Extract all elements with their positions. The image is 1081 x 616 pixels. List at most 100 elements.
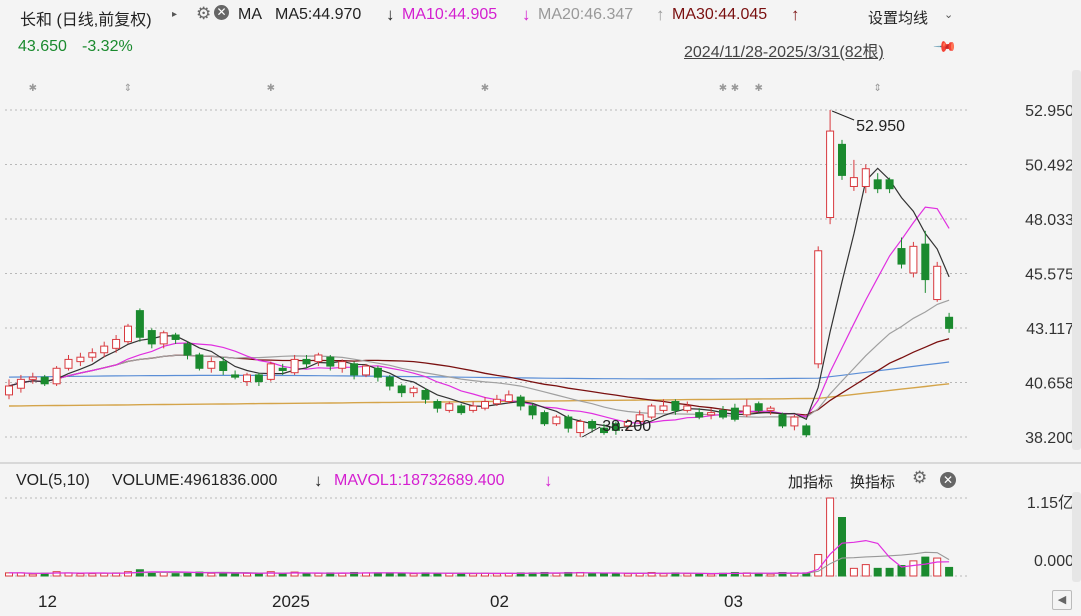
candle-body	[373, 367, 382, 378]
ma60-line	[8, 361, 950, 380]
candle-body	[266, 363, 275, 380]
candle-body	[849, 177, 858, 187]
date-range[interactable]: 2024/11/28-2025/3/31(82根)	[684, 38, 884, 62]
candle-body	[350, 363, 359, 376]
event-marker-icon: ⇕	[124, 83, 132, 94]
candle-body	[885, 179, 894, 190]
volume-bar	[945, 566, 954, 577]
chevron-down-icon[interactable]: ⌄	[944, 8, 953, 21]
settings-ma-button[interactable]: 设置均线	[868, 7, 928, 28]
candle-body	[659, 405, 668, 411]
volume-chart[interactable]: 1.15亿 0.000	[0, 490, 1081, 590]
candle-body	[683, 405, 692, 411]
candle-body	[873, 179, 882, 190]
candle-body	[16, 378, 25, 389]
candle-body	[124, 325, 132, 343]
candle-body	[719, 409, 727, 418]
candle-body	[695, 412, 704, 418]
candle-body	[362, 365, 370, 376]
volume-bar	[683, 573, 692, 577]
volume-bar	[873, 567, 882, 577]
price-tick: 45.575	[1025, 267, 1074, 284]
volume-bar	[28, 573, 37, 577]
close-icon[interactable]: ✕	[940, 472, 956, 488]
price-scrollbar[interactable]	[1072, 70, 1081, 450]
candle-body	[921, 243, 930, 281]
candle-body	[421, 389, 430, 400]
event-marker-icon: ✱	[719, 83, 727, 94]
gear-icon[interactable]: ⚙	[196, 4, 211, 24]
candle-body	[790, 416, 799, 427]
candle-body	[207, 361, 216, 369]
candle-body	[254, 374, 263, 383]
candle-body	[576, 420, 585, 434]
ma5-line	[8, 167, 950, 429]
volume-arrow-icon: ↓	[314, 471, 323, 490]
volume-bar	[76, 573, 85, 577]
candle-body	[492, 398, 501, 405]
x-tick: 12	[38, 592, 57, 611]
candle-body	[469, 405, 478, 411]
candle-body	[564, 416, 573, 429]
volume-bar	[469, 573, 478, 577]
candle-body	[112, 338, 121, 349]
mavol-value: MAVOL1:18732689.400	[334, 472, 505, 489]
candle-body	[433, 401, 442, 409]
ma10-arrow-icon: ↓	[522, 5, 531, 24]
volume-bar	[409, 573, 418, 577]
candle-body	[945, 316, 954, 329]
candle-body	[647, 405, 656, 418]
add-indicator-button[interactable]: 加指标	[788, 471, 833, 492]
candle-body	[243, 374, 251, 383]
candle-body	[385, 376, 394, 387]
volume-bar	[849, 567, 858, 577]
low-label: 38.200	[602, 418, 651, 435]
price-change: -3.32%	[82, 38, 133, 55]
high-arrow	[831, 110, 855, 121]
ma5-arrow-icon: ↓	[386, 5, 395, 24]
mavol5-line	[9, 539, 950, 575]
switch-indicator-button[interactable]: 换指标	[850, 471, 895, 492]
volume-bar	[766, 573, 775, 577]
gear-icon[interactable]: ⚙	[912, 468, 927, 488]
scroll-left-button[interactable]: ◀	[1052, 590, 1072, 610]
stock-title[interactable]: 长和 (日线,前复权)	[20, 6, 152, 30]
volume-bar	[921, 556, 930, 577]
volume-value: VOLUME:4961836.000	[112, 472, 278, 489]
volume-bar	[397, 572, 406, 577]
volume-bar	[88, 573, 97, 577]
ma20-arrow-icon: ↑	[656, 5, 665, 24]
candle-body	[909, 245, 918, 274]
candle-body	[76, 356, 85, 363]
volume-scrollbar[interactable]	[1072, 492, 1081, 582]
candle-body	[754, 403, 763, 411]
ma120-line	[8, 383, 950, 407]
pin-icon[interactable]: 📌	[932, 34, 958, 60]
close-icon[interactable]: ✕	[214, 5, 229, 20]
ma20-line	[8, 299, 950, 418]
candle-body	[290, 358, 299, 374]
candle-body	[183, 343, 192, 356]
candle-body	[231, 374, 240, 378]
price-tick: 48.033	[1025, 212, 1074, 229]
candle-body	[88, 352, 97, 358]
volume-bar	[814, 554, 823, 577]
event-marker-icon: ✱	[755, 83, 763, 94]
candle-body	[40, 376, 49, 385]
volume-bar	[302, 573, 311, 577]
event-marker-icon: ✱	[481, 83, 489, 94]
current-price: 43.650	[18, 38, 67, 55]
volume-bar	[492, 573, 501, 577]
ma10-value: MA10:44.905	[402, 6, 498, 23]
candle-body	[100, 345, 109, 354]
x-tick: 03	[724, 592, 743, 611]
price-tick: 38.200	[1025, 430, 1074, 447]
volume-bar	[207, 572, 216, 577]
candle-body	[195, 354, 204, 369]
candlestick-chart[interactable]: 52.950 50.492 48.033 45.575 43.117 40.658 38.2…	[0, 62, 1081, 462]
expand-arrow-icon[interactable]: ▸	[172, 9, 177, 20]
chart-header: 长和 (日线,前复权) ▸ ⚙ ✕ MA MA5:44.970 ↓ MA10:4…	[0, 0, 1081, 62]
ma20-value: MA20:46.347	[538, 6, 634, 23]
x-tick: 2025	[272, 592, 310, 611]
candle-body	[540, 412, 549, 425]
